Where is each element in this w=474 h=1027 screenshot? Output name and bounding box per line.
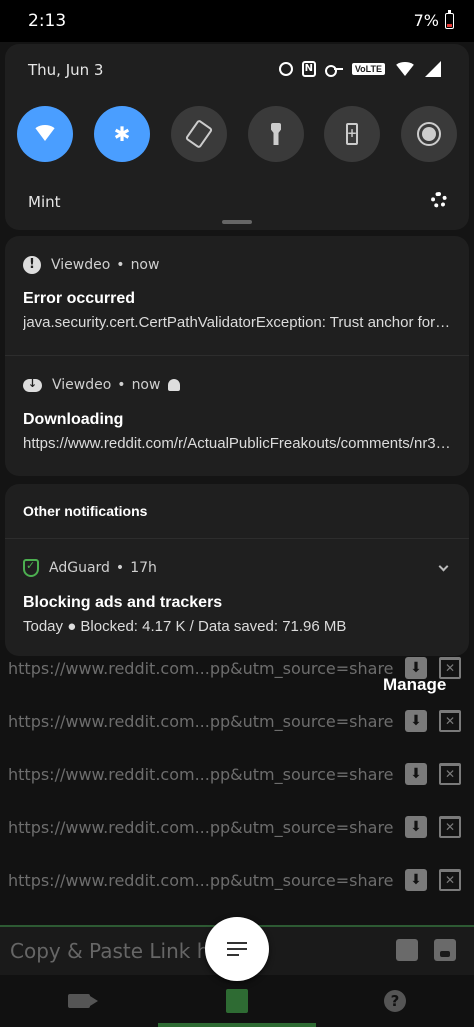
signal-icon: [425, 61, 441, 77]
battery-saver-icon: [346, 123, 358, 145]
tile-battery-saver[interactable]: [324, 106, 380, 162]
notification-header: Viewdeo • now: [23, 377, 181, 393]
rotate-icon: [184, 119, 214, 149]
save-icon[interactable]: [434, 939, 456, 961]
quick-settings-panel: Thu, Jun 3 N VoLTE ✱ Mint: [5, 44, 469, 230]
qs-status-icons: N VoLTE: [278, 61, 441, 77]
bottom-navigation: ?: [0, 975, 474, 1027]
tile-wifi[interactable]: [17, 106, 73, 162]
other-notifications-card: Other notifications AdGuard • 17h Blocki…: [5, 484, 469, 656]
drag-handle[interactable]: [222, 220, 252, 224]
url-row: https://www.reddit.com...pp&utm_source=s…: [8, 860, 468, 900]
download-icon[interactable]: [405, 869, 427, 891]
cloud-download-icon: [23, 377, 42, 392]
paste-fab-button[interactable]: [205, 917, 269, 981]
status-bar: 2:13 7%: [0, 0, 474, 42]
chevron-down-icon[interactable]: [438, 561, 449, 572]
volte-icon: VoLTE: [351, 63, 385, 75]
alarm-icon: [278, 62, 293, 76]
tile-auto-rotate[interactable]: [171, 106, 227, 162]
battery-percent: 7%: [413, 11, 439, 30]
delete-icon[interactable]: [439, 710, 461, 732]
download-icon[interactable]: [405, 816, 427, 838]
nfc-icon: N: [301, 61, 316, 77]
notification-time: now: [131, 377, 161, 393]
notification-text: java.security.cert.CertPathValidatorExce…: [23, 314, 453, 331]
url-row: https://www.reddit.com...pp&utm_source=s…: [8, 701, 468, 741]
notification-title: Downloading: [23, 411, 124, 428]
notes-icon: [227, 942, 247, 960]
tile-screen-record[interactable]: [401, 106, 457, 162]
delete-icon[interactable]: [439, 816, 461, 838]
url-text: https://www.reddit.com...pp&utm_source=s…: [8, 711, 393, 731]
error-icon: !: [23, 256, 41, 274]
app-name: Viewdeo: [51, 257, 111, 273]
battery-icon: [445, 9, 454, 29]
divider: [5, 355, 469, 356]
status-time: 2:13: [28, 11, 67, 31]
tile-bluetooth[interactable]: ✱: [94, 106, 150, 162]
notification-title: Error occurred: [23, 290, 136, 307]
download-icon[interactable]: [396, 939, 418, 961]
download-icon[interactable]: [405, 710, 427, 732]
notification-time: 17h: [130, 560, 157, 576]
separator-dot: •: [116, 257, 125, 273]
url-text: https://www.reddit.com...pp&utm_source=s…: [8, 658, 393, 678]
app-name: AdGuard: [49, 560, 110, 576]
vpn-key-icon: [324, 64, 343, 77]
flashlight-icon: [271, 123, 281, 145]
tile-flashlight[interactable]: [248, 106, 304, 162]
bluetooth-icon: ✱: [113, 122, 131, 146]
shield-icon: [23, 559, 39, 577]
separator-dot: •: [117, 377, 126, 393]
delete-icon[interactable]: [439, 763, 461, 785]
notification-text: Today ● Blocked: 4.17 K / Data saved: 71…: [23, 618, 347, 635]
app-name: Viewdeo: [52, 377, 112, 393]
screen-record-icon: [417, 122, 441, 146]
url-text: https://www.reddit.com...pp&utm_source=s…: [8, 764, 393, 784]
separator-dot: •: [115, 560, 125, 576]
url-text: https://www.reddit.com...pp&utm_source=s…: [8, 817, 393, 837]
link-input[interactable]: Copy & Paste Link he: [10, 939, 222, 963]
url-row: https://www.reddit.com...pp&utm_source=s…: [8, 754, 468, 794]
video-icon[interactable]: [68, 994, 98, 1008]
download-icon[interactable]: [405, 763, 427, 785]
url-row: https://www.reddit.com...pp&utm_source=s…: [8, 807, 468, 847]
divider: [5, 538, 469, 539]
wifi-icon: [394, 62, 416, 76]
bell-icon: [168, 379, 181, 391]
notification-text: https://www.reddit.com/r/ActualPublicFre…: [23, 435, 453, 452]
files-icon[interactable]: [226, 989, 248, 1013]
manage-button[interactable]: Manage: [383, 675, 446, 695]
notification-header: ! Viewdeo • now: [23, 256, 159, 274]
url-text: https://www.reddit.com...pp&utm_source=s…: [8, 870, 393, 890]
notification-header: AdGuard • 17h: [23, 559, 157, 577]
network-name[interactable]: Mint: [28, 193, 61, 211]
section-title: Other notifications: [23, 503, 148, 519]
battery-status: 7%: [413, 9, 454, 30]
delete-icon[interactable]: [439, 869, 461, 891]
nav-active-indicator: [158, 1023, 316, 1027]
help-icon[interactable]: ?: [384, 990, 406, 1012]
notification-title: Blocking ads and trackers: [23, 594, 223, 611]
qs-date: Thu, Jun 3: [28, 61, 104, 79]
notification-time: now: [130, 257, 160, 273]
wifi-icon: [33, 125, 57, 141]
notification-group-viewdeo: ! Viewdeo • now Error occurred java.secu…: [5, 236, 469, 476]
gear-icon[interactable]: [431, 192, 447, 208]
